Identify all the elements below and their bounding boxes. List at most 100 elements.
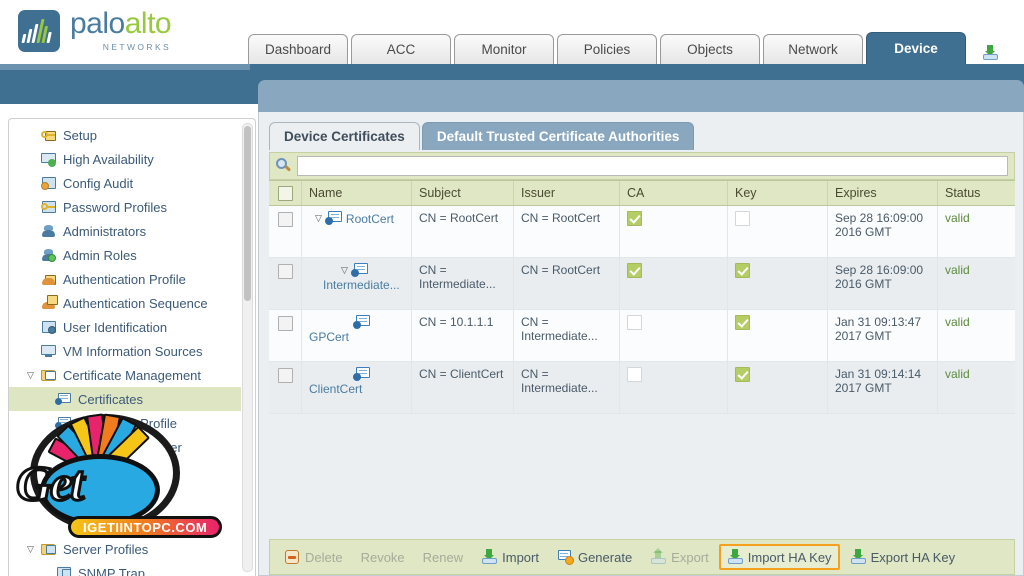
certificate-icon (350, 263, 369, 278)
server-profiles-icon (40, 541, 58, 557)
application-window: paloalto NETWORKS Dashboard ACC Monitor … (0, 0, 1024, 576)
admin-roles-icon (40, 247, 58, 263)
main-navigation-tabs: Dashboard ACC Monitor Policies Objects N… (248, 32, 1007, 64)
certificate-name[interactable]: Intermediate... (323, 278, 404, 292)
tree-expand-arrow[interactable]: ▽ (27, 544, 39, 555)
cell-subject: CN = Intermediate... (411, 258, 513, 309)
logo-tagline: NETWORKS (102, 41, 172, 52)
sidebar-item-admin-roles[interactable]: Admin Roles (9, 243, 241, 267)
select-all-checkbox[interactable] (277, 186, 293, 201)
sidebar-item-snmp-trap[interactable]: SNMP Trap (9, 561, 241, 576)
sidebar-item-label: Setup (63, 127, 97, 143)
row-checkbox-cell[interactable] (269, 206, 301, 257)
nav-tab-monitor[interactable]: Monitor (454, 34, 555, 64)
sidebar-item-authentication-profile[interactable]: Authentication Profile (9, 267, 241, 291)
sidebar-item-setup[interactable]: Setup (9, 123, 241, 147)
column-header-issuer[interactable]: Issuer (513, 181, 619, 205)
ocsp-responder-icon (55, 439, 73, 456)
sidebar-item-server-profiles[interactable]: ▽ Server Profiles (9, 537, 241, 561)
sidebar-item-config-audit[interactable]: Config Audit (9, 171, 241, 195)
cell-status: valid (937, 206, 1015, 257)
sidebar-item-certificate-profile[interactable]: Certificate Profile (9, 411, 241, 435)
sidebar-item-vm-information-sources[interactable]: VM Information Sources (9, 339, 241, 363)
key-checkbox-unchecked (735, 211, 750, 226)
table-row[interactable]: ClientCert CN = ClientCert CN = Intermed… (269, 362, 1015, 414)
column-header-status[interactable]: Status (937, 181, 1015, 205)
select-all-checkbox-cell[interactable] (269, 181, 301, 205)
cell-ca (619, 362, 727, 413)
column-header-key[interactable]: Key (727, 181, 827, 205)
cell-key (727, 310, 827, 361)
cell-status: valid (937, 362, 1015, 413)
row-checkbox-cell[interactable] (269, 258, 301, 309)
row-checkbox[interactable] (277, 316, 293, 331)
ca-checkbox-checked (627, 211, 642, 226)
cell-name: GPCert (301, 310, 411, 361)
sidebar-item-administrators[interactable]: Administrators (9, 219, 241, 243)
ca-checkbox-unchecked (627, 367, 642, 382)
cell-expires: Sep 28 16:09:00 2016 GMT (827, 258, 937, 309)
nav-tab-objects[interactable]: Objects (660, 34, 761, 64)
table-row[interactable]: ▽ RootCert CN = RootCert CN = RootCert S… (269, 206, 1015, 258)
import-ha-key-button[interactable]: Import HA Key (718, 544, 840, 570)
export-ha-key-button-label: Export HA Key (870, 549, 956, 565)
certificate-name[interactable]: ClientCert (309, 382, 404, 396)
sidebar-item-certificates[interactable]: Certificates (9, 387, 241, 411)
export-ha-key-button[interactable]: Export HA Key (842, 544, 964, 570)
sidebar-item-password-profiles[interactable]: Password Profiles (9, 195, 241, 219)
table-row[interactable]: ▽ Intermediate... CN = Intermediate... C… (269, 258, 1015, 310)
sidebar-item-high-availability[interactable]: High Availability (9, 147, 241, 171)
tab-device-certificates[interactable]: Device Certificates (269, 122, 420, 150)
nav-tab-device[interactable]: Device (866, 32, 967, 64)
row-checkbox[interactable] (277, 212, 293, 227)
ca-checkbox-unchecked (627, 315, 642, 330)
search-icon[interactable] (276, 158, 292, 174)
certificate-name[interactable]: GPCert (309, 330, 404, 344)
row-expand-arrow[interactable]: ▽ (315, 213, 322, 224)
authentication-sequence-icon (40, 295, 58, 311)
sidebar-item-label: Admin Roles (63, 247, 137, 263)
search-input[interactable] (297, 156, 1008, 176)
row-checkbox-cell[interactable] (269, 310, 301, 361)
column-header-ca[interactable]: CA (619, 181, 727, 205)
revoke-button[interactable]: Revoke (353, 545, 413, 570)
delete-button[interactable]: Delete (276, 544, 351, 570)
cell-expires: Sep 28 16:09:00 2016 GMT (827, 206, 937, 257)
top-bar: paloalto NETWORKS Dashboard ACC Monitor … (0, 0, 1024, 64)
administrators-icon (40, 223, 58, 239)
export-button[interactable]: Export (642, 544, 717, 570)
toolbar-import-icon[interactable] (973, 34, 1007, 64)
row-checkbox[interactable] (277, 264, 293, 279)
sidebar-item-ocsp-responder[interactable]: OCSP Responder (9, 435, 241, 459)
generate-button[interactable]: Generate (549, 544, 640, 570)
ca-checkbox-checked (627, 263, 642, 278)
nav-tab-acc[interactable]: ACC (351, 34, 452, 64)
cell-expires: Jan 31 09:14:14 2017 GMT (827, 362, 937, 413)
import-button[interactable]: Import (473, 544, 547, 570)
tree-expand-arrow[interactable]: ▽ (27, 370, 39, 381)
row-expand-arrow[interactable]: ▽ (341, 265, 348, 276)
sidebar-scrollbar[interactable] (242, 123, 253, 572)
renew-button[interactable]: Renew (415, 545, 471, 570)
nav-tab-network[interactable]: Network (763, 34, 864, 64)
certificate-icon (353, 315, 371, 330)
sidebar-item-user-identification[interactable]: User Identification (9, 315, 241, 339)
sidebar-scrollbar-thumb[interactable] (244, 126, 251, 301)
import-icon (727, 549, 744, 565)
sidebar-item-label: Config Audit (63, 175, 134, 191)
nav-tab-dashboard[interactable]: Dashboard (248, 34, 349, 64)
sidebar-item-authentication-sequence[interactable]: Authentication Sequence (9, 291, 241, 315)
row-checkbox-cell[interactable] (269, 362, 301, 413)
sidebar-item-label: Password Profiles (63, 199, 168, 215)
tab-default-trusted-certificate-authorities[interactable]: Default Trusted Certificate Authorities (421, 122, 695, 150)
sidebar-item-label: Certificate Profile (78, 415, 177, 431)
table-row[interactable]: GPCert CN = 10.1.1.1 CN = Intermediate..… (269, 310, 1015, 362)
nav-tab-policies[interactable]: Policies (557, 34, 658, 64)
certificate-name[interactable]: RootCert (346, 212, 394, 226)
certificate-icon (353, 367, 371, 382)
row-checkbox[interactable] (277, 368, 293, 383)
column-header-subject[interactable]: Subject (411, 181, 513, 205)
sidebar-item-certificate-management[interactable]: ▽ Certificate Management (9, 363, 241, 387)
column-header-name[interactable]: Name (301, 181, 411, 205)
column-header-expires[interactable]: Expires (827, 181, 937, 205)
